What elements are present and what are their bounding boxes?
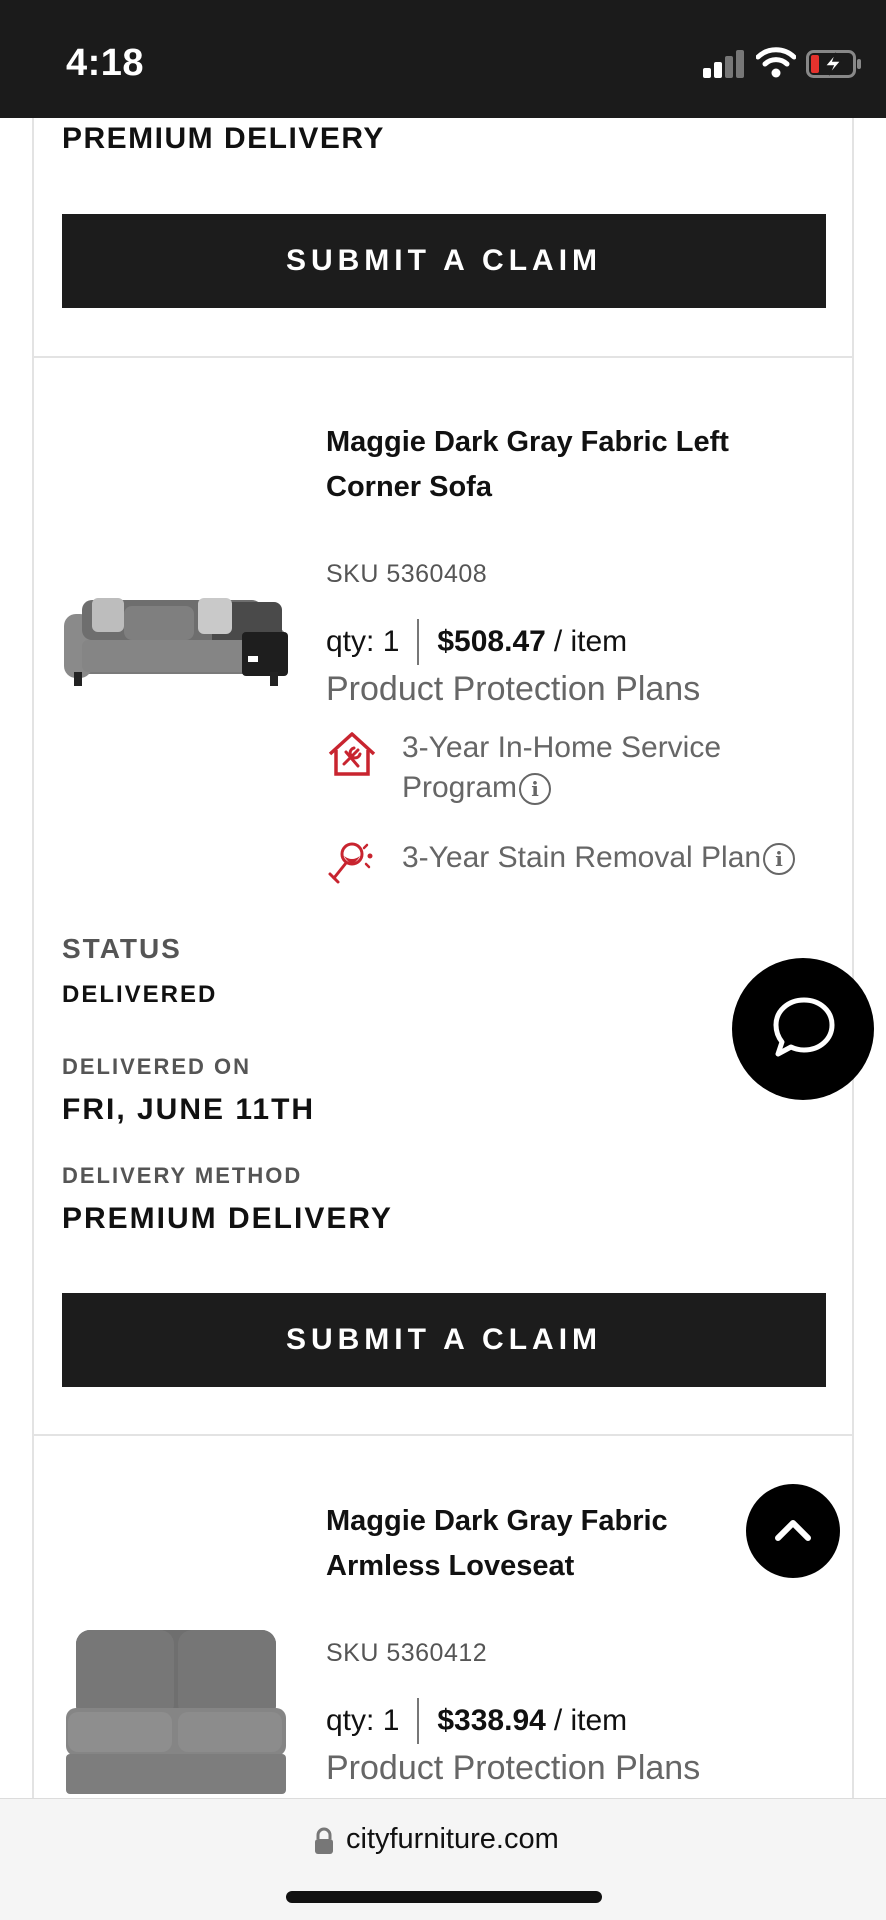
battery-charging-icon (806, 50, 861, 78)
plan-label: 3-Year In-Home Service Program i (402, 731, 722, 806)
qty-price-row: qty: 1 $508.47 / item (326, 619, 627, 665)
product-image-loveseat[interactable] (62, 1626, 292, 1798)
delivered-on-label: DELIVERED ON (62, 1054, 252, 1079)
delivered-on-value: FRI, JUNE 11TH (62, 1093, 316, 1126)
delivery-method-label: DELIVERY METHOD (62, 1163, 303, 1188)
wifi-icon (756, 47, 796, 78)
qty-price-row: qty: 1 $338.94 / item (326, 1698, 627, 1744)
submit-claim-button[interactable]: SUBMIT A CLAIM (62, 1293, 826, 1387)
product-sku: SKU 5360412 (326, 1639, 488, 1667)
product-image-corner-sofa[interactable] (62, 580, 292, 692)
submit-claim-button[interactable]: SUBMIT A CLAIM (62, 214, 826, 308)
chat-button[interactable] (732, 958, 874, 1100)
protection-plans-header: Product Protection Plans (326, 670, 701, 708)
separator (417, 619, 420, 665)
item-divider (32, 356, 854, 358)
status-value: DELIVERED (62, 981, 218, 1008)
protection-plans-header: Product Protection Plans (326, 1749, 701, 1787)
chevron-up-icon (775, 1520, 811, 1541)
lock-icon (315, 1827, 333, 1854)
chat-bubble-icon (773, 997, 835, 1057)
per-item-label: / item (553, 625, 628, 658)
delivery-method-value: PREMIUM DELIVERY (62, 1202, 393, 1235)
item-divider (32, 1434, 854, 1436)
quantity: qty: 1 (326, 1704, 400, 1737)
url-text[interactable]: cityfurniture.com (346, 1823, 559, 1856)
product-title[interactable]: Maggie Dark Gray Fabric Armless Loveseat (326, 1499, 786, 1589)
product-title[interactable]: Maggie Dark Gray Fabric Left Corner Sofa (326, 420, 786, 510)
status-bar: 4:18 (0, 0, 886, 118)
stain-removal-icon (328, 842, 373, 884)
info-icon[interactable]: i (763, 843, 796, 876)
status-time: 4:18 (66, 42, 145, 84)
status-label: STATUS (62, 933, 182, 964)
quantity: qty: 1 (326, 625, 400, 658)
delivery-method-value: PREMIUM DELIVERY (62, 122, 385, 155)
scroll-to-top-button[interactable] (746, 1484, 840, 1578)
browser-url-bar[interactable]: cityfurniture.com (0, 1798, 886, 1920)
price: $508.47 (437, 625, 546, 658)
plan-label: 3-Year Stain Removal Plan i (402, 838, 832, 878)
separator (417, 1698, 420, 1744)
home-indicator[interactable] (286, 1891, 602, 1903)
info-icon[interactable]: i (519, 773, 552, 806)
home-service-icon (328, 732, 376, 776)
cellular-signal-icon (703, 50, 747, 78)
price: $338.94 (437, 1704, 546, 1737)
product-sku: SKU 5360408 (326, 560, 488, 588)
per-item-label: / item (553, 1704, 628, 1737)
